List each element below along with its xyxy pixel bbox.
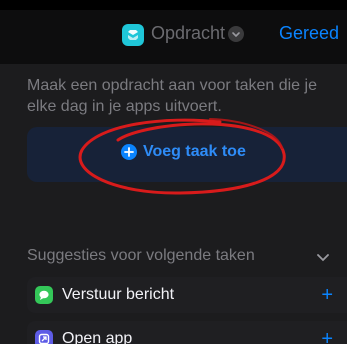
red-circle-annotation: [78, 118, 286, 195]
suggestion-row-open-app[interactable]: Open app +: [27, 321, 347, 344]
open-app-icon: [35, 330, 53, 344]
suggestion-row-send-message[interactable]: Verstuur bericht +: [27, 277, 347, 313]
status-bar: [0, 0, 347, 10]
chevron-down-icon[interactable]: [316, 250, 330, 268]
messages-icon: [35, 286, 53, 304]
suggestion-label: Open app: [62, 330, 133, 344]
description-text: Maak een opdracht aan voor taken die je …: [27, 77, 317, 115]
suggestion-label: Verstuur bericht: [62, 286, 175, 303]
screen: Opdracht Gereed Maak een opdracht aan vo…: [0, 0, 347, 344]
add-suggestion-button[interactable]: +: [321, 329, 333, 344]
navigation-bar: Opdracht Gereed: [0, 10, 347, 64]
chevron-down-icon[interactable]: [228, 26, 244, 42]
suggestions-header: Suggesties voor volgende taken: [27, 247, 255, 264]
add-suggestion-button[interactable]: +: [321, 285, 333, 305]
done-button[interactable]: Gereed: [279, 23, 339, 44]
shortcut-title[interactable]: Opdracht: [151, 23, 225, 44]
shortcuts-icon[interactable]: [122, 24, 144, 46]
